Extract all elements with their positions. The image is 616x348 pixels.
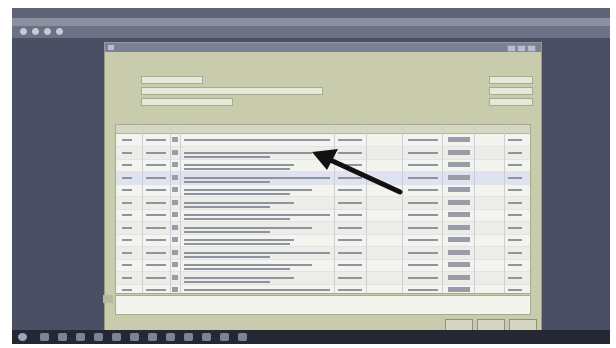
taskbar-browser-icon[interactable] [40,333,49,341]
taskbar-app-icon[interactable] [166,333,175,341]
taskbar-app-icon[interactable] [220,333,229,341]
taskbar-app-icon[interactable] [238,333,247,341]
taskbar-folder-icon[interactable] [76,333,85,341]
taskbar-app-icon[interactable] [148,333,157,341]
photographed-screen [12,8,610,344]
taskbar-app-icon[interactable] [130,333,139,341]
taskbar-media-icon[interactable] [94,333,103,341]
taskbar [12,330,610,344]
taskbar-app-icon[interactable] [184,333,193,341]
taskbar-app-icon[interactable] [202,333,211,341]
taskbar-explorer-icon[interactable] [58,333,67,341]
taskbar-app-icon[interactable] [112,333,121,341]
arrow-shaft [323,155,403,195]
start-button-icon[interactable] [18,333,27,341]
annotation-arrow [312,149,403,195]
